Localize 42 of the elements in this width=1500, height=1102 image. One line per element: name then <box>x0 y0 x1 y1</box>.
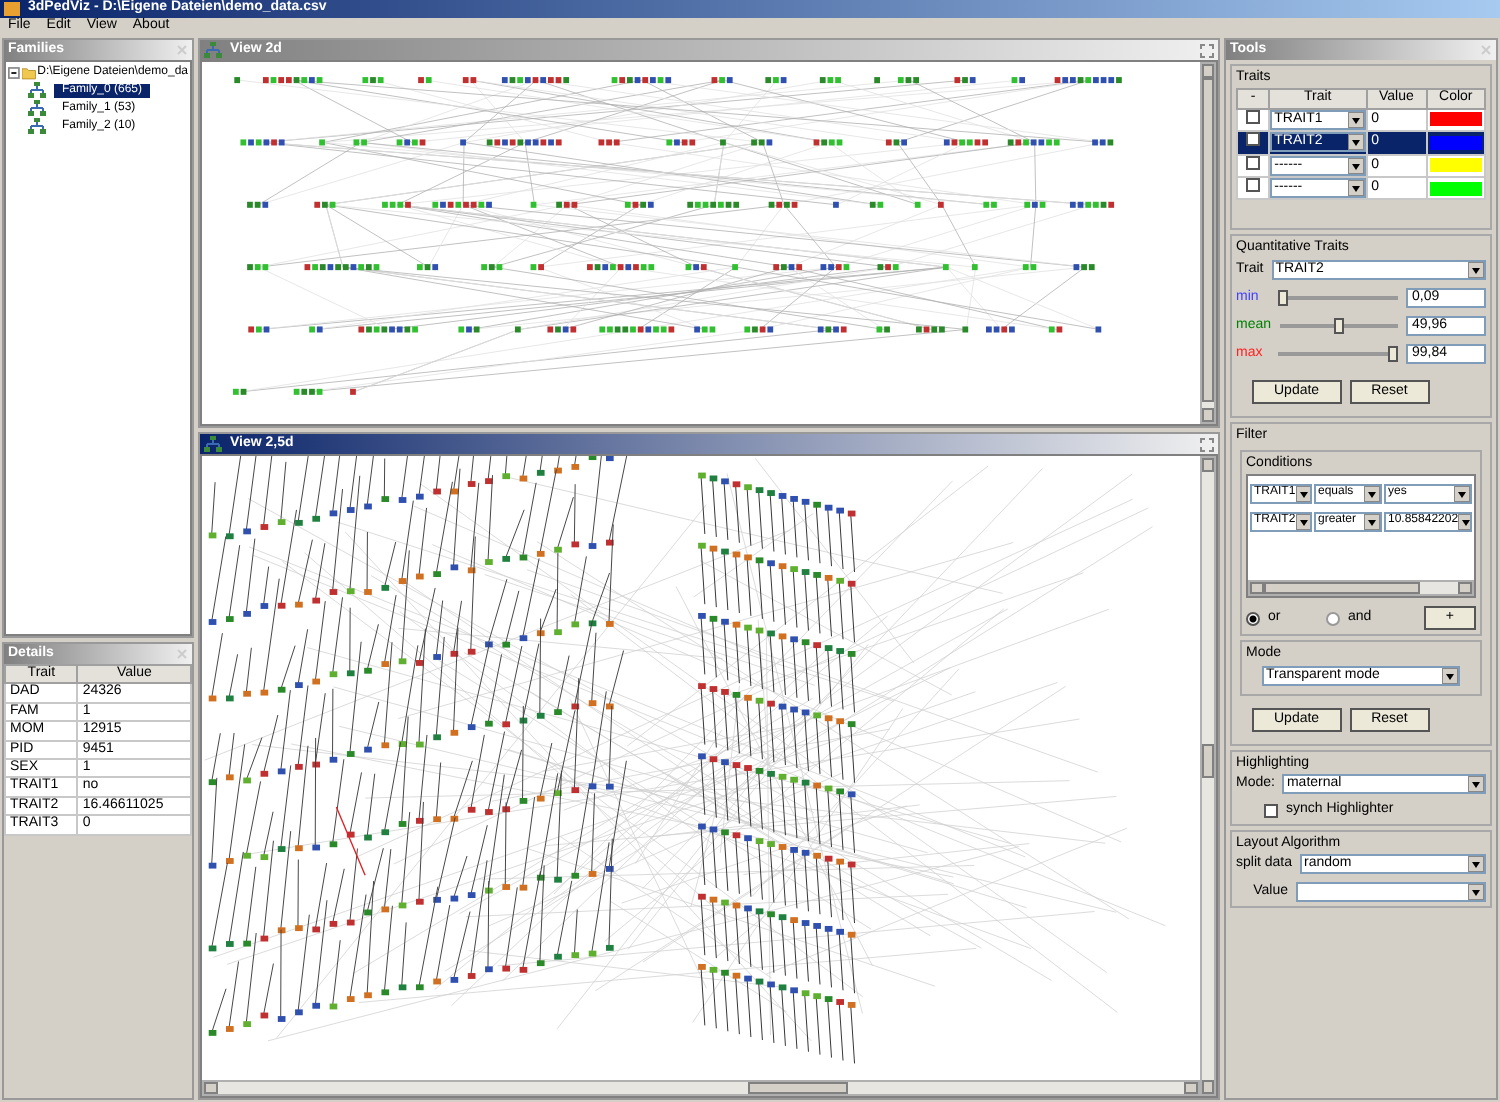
caret-icon <box>1347 180 1364 197</box>
checkbox[interactable] <box>1246 132 1261 147</box>
vertical-scrollbar[interactable] <box>1200 456 1216 1096</box>
tree-icon <box>204 41 222 58</box>
tree-icon <box>28 100 46 117</box>
caret-icon <box>1347 134 1364 151</box>
caret-icon <box>1442 667 1458 684</box>
tree-icon <box>28 118 46 135</box>
slider-thumb[interactable] <box>1278 289 1288 306</box>
color-swatch[interactable] <box>1429 158 1482 173</box>
caret-icon <box>1468 884 1484 901</box>
caret-icon <box>1364 485 1380 502</box>
horizontal-scrollbar[interactable] <box>202 1080 1200 1096</box>
app-icon <box>4 2 20 16</box>
color-swatch[interactable] <box>1429 181 1482 196</box>
caret-icon <box>1295 513 1310 530</box>
slider-thumb[interactable] <box>1388 345 1398 362</box>
caret-icon <box>1347 157 1364 174</box>
collapse-icon[interactable] <box>8 66 20 81</box>
caret-icon <box>1468 856 1484 873</box>
dropdown[interactable] <box>1296 882 1486 903</box>
slider-thumb[interactable] <box>1333 317 1344 334</box>
tree-icon <box>28 82 46 99</box>
caret-icon <box>1454 485 1470 502</box>
tree-icon <box>204 435 222 452</box>
folder-icon <box>21 66 36 81</box>
radio-button[interactable] <box>1246 611 1260 626</box>
caret-icon <box>1458 513 1470 530</box>
caret-icon <box>1468 776 1484 793</box>
close-icon <box>1480 44 1492 56</box>
horizontal-scrollbar[interactable] <box>1248 579 1474 596</box>
checkbox[interactable] <box>1264 804 1278 819</box>
vertical-scrollbar[interactable] <box>1200 62 1216 424</box>
radio-button[interactable] <box>1326 611 1340 626</box>
color-swatch[interactable] <box>1429 135 1482 150</box>
caret-icon <box>1364 513 1380 530</box>
caret-icon <box>1468 261 1484 278</box>
caret-icon <box>1295 485 1310 502</box>
close-icon <box>176 648 188 660</box>
close-icon <box>176 44 188 56</box>
caret-icon <box>1347 111 1364 128</box>
color-swatch[interactable] <box>1429 112 1482 127</box>
